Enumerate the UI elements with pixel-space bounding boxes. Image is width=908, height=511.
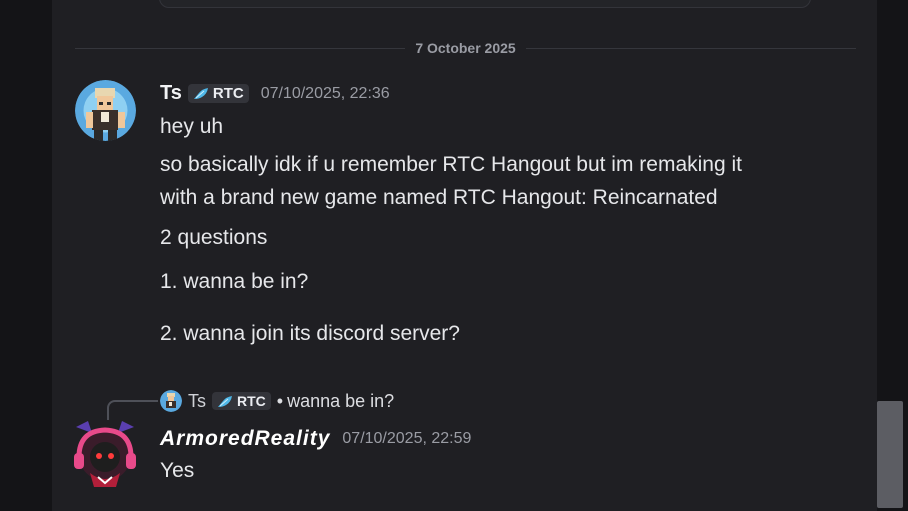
message-text: so basically idk if u remember RTC Hango… <box>160 153 743 176</box>
message-header-ts: Ts RTC 07/10/2025, 22:36 <box>160 82 390 105</box>
divider-line-left <box>75 47 406 49</box>
username-armoredreality[interactable]: ArmoredReality <box>160 427 330 451</box>
username-ts[interactable]: Ts <box>160 82 182 105</box>
message-text: Yes <box>160 459 195 482</box>
scrollbar-thumb[interactable] <box>877 401 903 508</box>
reply-connector <box>107 400 158 420</box>
reply-separator: • <box>276 390 284 411</box>
message-text: 1. wanna be in? <box>160 270 309 293</box>
reply-avatar-ts[interactable] <box>160 390 182 412</box>
message-text: 2 questions <box>160 226 268 249</box>
message-timestamp[interactable]: 07/10/2025, 22:36 <box>261 85 390 103</box>
blue-feather-icon <box>193 87 210 100</box>
avatar-armoredreality[interactable] <box>70 419 140 489</box>
message-timestamp[interactable]: 07/10/2025, 22:59 <box>342 430 471 448</box>
blue-feather-icon <box>217 395 234 408</box>
previous-embed-card <box>159 0 811 8</box>
message-text: hey uh <box>160 115 224 138</box>
date-divider: 7 October 2025 <box>75 39 857 57</box>
divider-line-right <box>525 47 857 49</box>
server-tag-label: RTC <box>212 85 244 102</box>
chat-area: 7 October 2025 Ts RTC 07/10/2025, 22:36 … <box>52 0 877 511</box>
reply-author[interactable]: Ts <box>188 391 206 412</box>
server-tag-rtc[interactable]: RTC <box>187 84 249 103</box>
reply-server-tag-label: RTC <box>237 393 266 409</box>
message-text: 2. wanna join its discord server? <box>160 322 460 345</box>
reply-server-tag[interactable]: RTC <box>212 392 271 410</box>
message-text: with a brand new game named RTC Hangout:… <box>160 186 718 209</box>
date-divider-label: 7 October 2025 <box>415 40 516 56</box>
left-gutter <box>0 0 52 511</box>
message-header-armoredreality: ArmoredReality 07/10/2025, 22:59 <box>160 427 471 451</box>
reply-preview[interactable]: Ts RTC • wanna be in? <box>160 390 394 412</box>
avatar-ts[interactable] <box>75 80 136 141</box>
reply-text[interactable]: wanna be in? <box>287 391 394 412</box>
